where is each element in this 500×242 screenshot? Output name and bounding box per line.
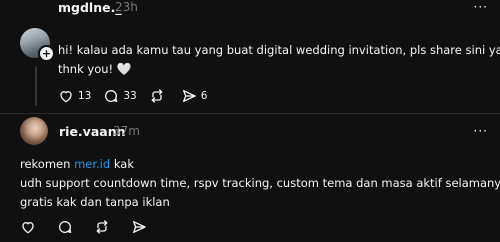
comment-icon <box>59 221 72 233</box>
post-text-line: thnk you! 🤍 <box>58 60 500 79</box>
more-icon[interactable]: ··· <box>474 0 488 14</box>
plus-icon[interactable]: + <box>38 45 55 62</box>
send-icon <box>182 90 196 102</box>
post-text-line: rekomen mer.id kak <box>20 155 500 174</box>
timestamp: 23h <box>115 0 138 14</box>
reply-button[interactable]: 33 <box>103 88 137 104</box>
action-bar <box>20 219 168 235</box>
comment-icon <box>105 90 118 102</box>
like-button[interactable]: 13 <box>58 88 91 104</box>
repost-button[interactable] <box>94 219 114 235</box>
share-button[interactable] <box>131 219 151 235</box>
post-text-line: udh support countdown time, rspv trackin… <box>20 176 500 190</box>
share-count: 6 <box>200 90 208 102</box>
post-text-fragment: thnk you! <box>58 62 114 76</box>
heart-icon <box>60 91 72 103</box>
post-text-fragment: rekomen <box>20 157 71 171</box>
like-count: 13 <box>78 90 92 102</box>
reply-button[interactable] <box>57 219 77 235</box>
post-text: hi! kalau ada kamu tau yang buat digital… <box>58 41 500 79</box>
send-icon <box>133 221 146 233</box>
post-text-line: hi! kalau ada kamu tau yang buat digital… <box>58 43 500 57</box>
reply-count: 33 <box>123 90 137 102</box>
like-button[interactable] <box>20 219 40 235</box>
timestamp: 37m <box>113 124 140 138</box>
heart-icon <box>22 222 34 234</box>
mention-link[interactable]: mer.id <box>74 157 110 171</box>
post-text-fragment: kak <box>113 157 134 171</box>
avatar[interactable] <box>20 117 48 145</box>
repost-icon <box>96 220 108 234</box>
share-button[interactable]: 6 <box>181 88 208 104</box>
white-heart-emoji: 🤍 <box>116 62 132 76</box>
thread-post-mgdlne: + mgdlne._ 23h ··· hi! kalau ada kamu ta… <box>0 0 500 113</box>
repost-icon <box>151 89 163 103</box>
more-icon[interactable]: ··· <box>474 124 488 138</box>
post-text: rekomen mer.id kak udh support countdown… <box>20 155 500 212</box>
post-text-line: gratis kak dan tanpa iklan <box>20 195 170 209</box>
thread-connector-line <box>35 66 37 106</box>
action-bar: 13 33 6 <box>58 88 219 104</box>
thread-post-rievaann: rie.vaann 37m ··· rekomen mer.id kak udh… <box>0 114 500 242</box>
username[interactable]: mgdlne._ <box>58 0 122 15</box>
repost-button[interactable] <box>149 88 169 104</box>
